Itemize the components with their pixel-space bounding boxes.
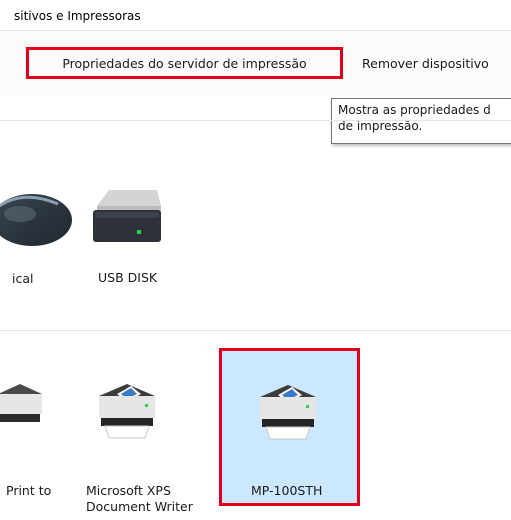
device-label: USB DISK — [98, 270, 158, 285]
section-divider-printers — [0, 330, 511, 331]
remove-device-button[interactable]: Remover dispositivo — [352, 47, 511, 79]
drive-icon — [93, 190, 161, 242]
command-bar: Propriedades do servidor de impressão Re… — [0, 31, 511, 95]
printer-icon — [99, 384, 155, 439]
mouse-icon — [0, 194, 72, 246]
printer-icon — [0, 384, 42, 422]
printer-microsoft-xps[interactable]: Microsoft XPS Document Writer — [84, 370, 204, 514]
printer-label-line-2: Document Writer — [86, 499, 193, 514]
printer-label: Print to — [6, 483, 52, 498]
section-divider-devices — [0, 120, 511, 121]
breadcrumb[interactable]: sitivos e Impressoras — [14, 9, 141, 23]
tooltip: Mostra as propriedades d de impressão. — [331, 98, 511, 144]
printer-print-to-pdf[interactable]: Print to — [0, 370, 80, 500]
tooltip-line-1: Mostra as propriedades d — [338, 103, 491, 117]
printer-label: MP-100STH — [251, 483, 323, 498]
printer-icon — [260, 385, 316, 440]
device-usb-disk[interactable]: USB DISK — [84, 180, 174, 290]
device-label: ical — [12, 271, 34, 286]
devices-and-printers-window: sitivos e Impressoras Propriedades do se… — [0, 0, 511, 520]
printer-label-line-1: Microsoft XPS — [86, 483, 171, 498]
device-mouse[interactable]: ical — [0, 170, 80, 290]
printer-mp-100sth[interactable]: MP-100STH — [219, 348, 360, 506]
print-server-properties-button[interactable]: Propriedades do servidor de impressão — [26, 47, 343, 79]
